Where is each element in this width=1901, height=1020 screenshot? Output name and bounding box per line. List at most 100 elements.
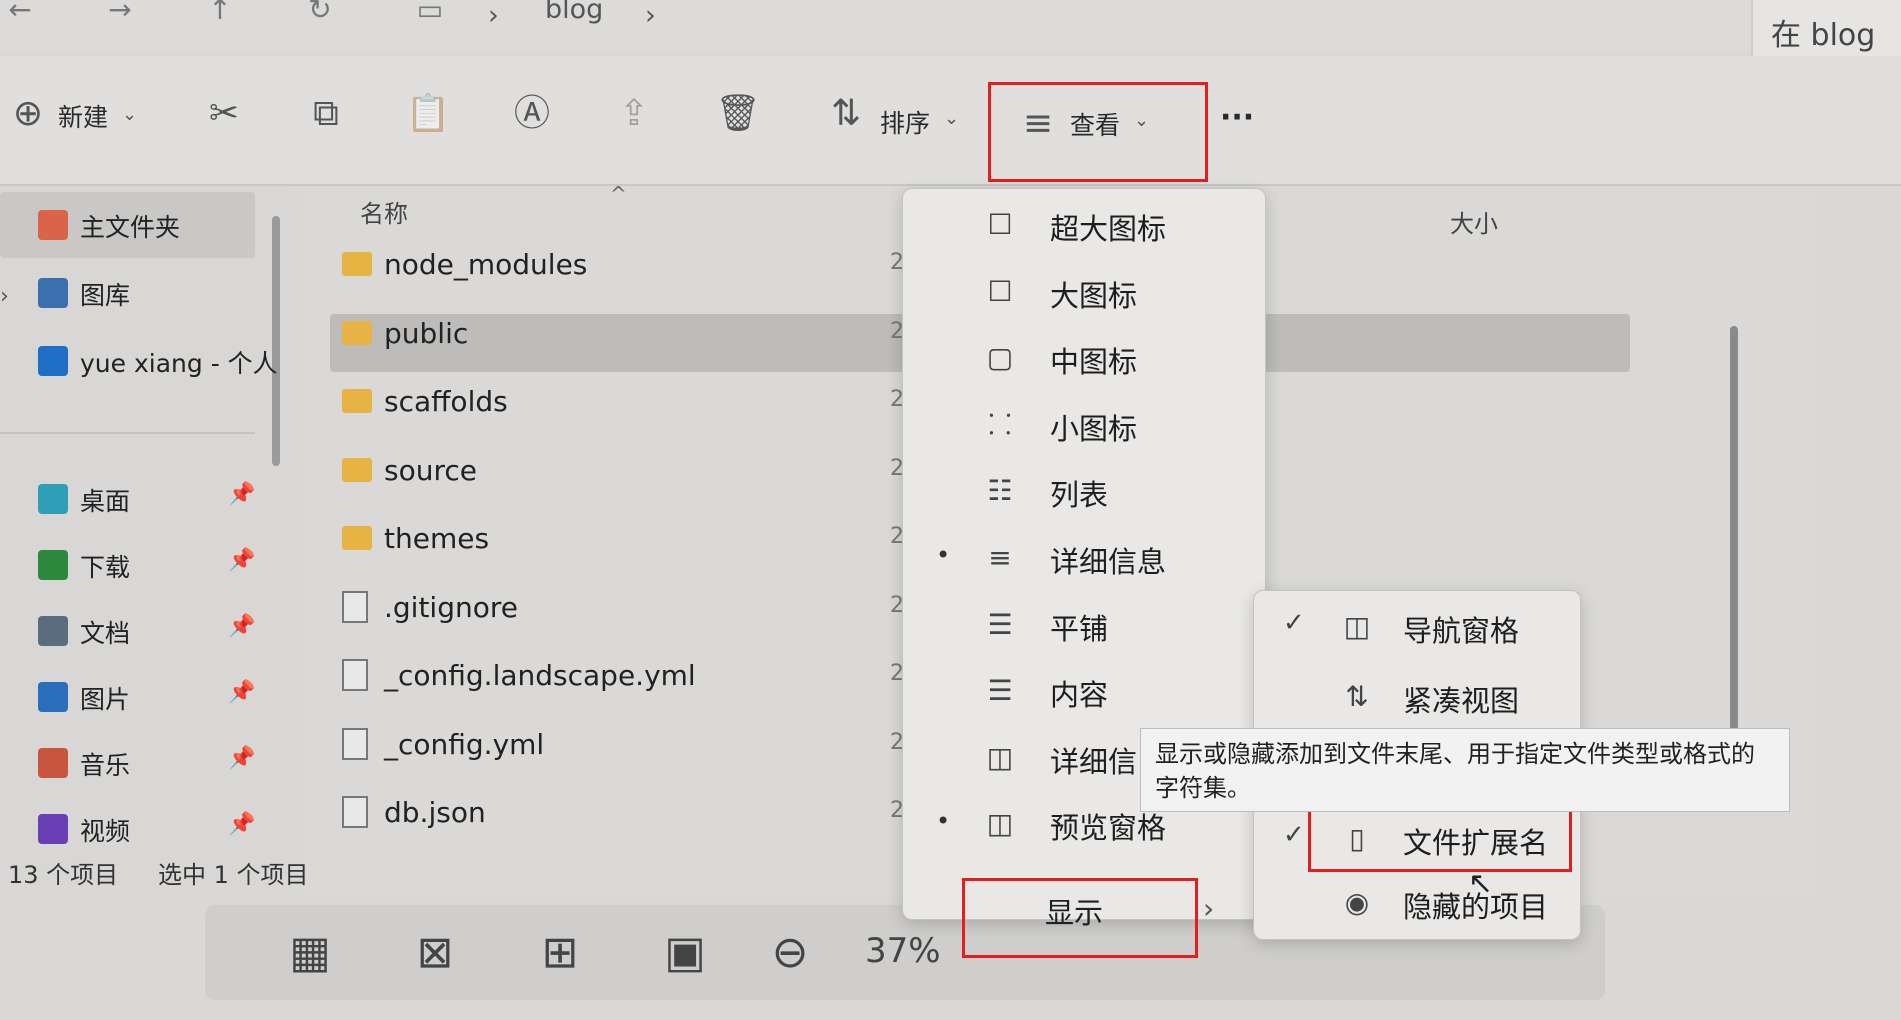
sidebar-item-label: 图片 bbox=[80, 685, 131, 714]
column-header-name[interactable]: 名称 bbox=[360, 194, 408, 229]
sidebar-item[interactable]: 图库 bbox=[0, 264, 270, 322]
selected-count: 选中 1 个项目 bbox=[158, 861, 309, 889]
pin-icon[interactable]: 📌 bbox=[228, 614, 255, 639]
view-menu-label: 详细信息 bbox=[1050, 545, 1167, 579]
new-button[interactable]: 新建 bbox=[58, 98, 108, 134]
view-menu-label: 中图标 bbox=[1050, 345, 1138, 380]
file-row[interactable]: db.json 2 bbox=[330, 786, 930, 842]
fit-screen-icon[interactable]: ▣ bbox=[655, 925, 715, 981]
view-button[interactable]: 查看 bbox=[1070, 106, 1120, 142]
view-menu-label: 大图标 bbox=[1050, 278, 1138, 313]
sidebar-item[interactable]: 音乐 📌 bbox=[0, 734, 270, 792]
column-header-size[interactable]: 大小 bbox=[1450, 204, 1498, 239]
view-menu-item[interactable]: ⸬ 小图标 bbox=[902, 392, 1262, 458]
sidebar-item[interactable]: 图片 📌 bbox=[0, 668, 270, 726]
sidebar-item-label: 文档 bbox=[80, 619, 131, 648]
sidebar-item[interactable]: 桌面 📌 bbox=[0, 470, 270, 528]
sidebar-item-label: 图库 bbox=[80, 281, 131, 310]
file-row[interactable]: themes 2 bbox=[330, 512, 930, 568]
pin-icon[interactable]: 📌 bbox=[228, 680, 255, 705]
sidebar-item[interactable]: yue xiang - 个人 bbox=[0, 332, 278, 390]
view-mode-icon: ☐ bbox=[987, 208, 1013, 241]
file-icon bbox=[342, 796, 368, 828]
view-menu-item[interactable]: ▢ 中图标 bbox=[902, 325, 1262, 391]
status-bar: 13 个项目 选中 1 个项目 bbox=[0, 855, 1000, 895]
pin-icon[interactable]: 📌 bbox=[228, 482, 255, 507]
pin-icon[interactable]: 📌 bbox=[228, 548, 255, 573]
show-menu-label: 紧凑视图 bbox=[1403, 684, 1520, 718]
sort-button[interactable]: 排序 bbox=[880, 104, 930, 140]
file-name: .gitignore bbox=[384, 590, 518, 624]
breadcrumb-blog[interactable]: blog bbox=[545, 0, 603, 25]
share-icon[interactable]: ⇪ bbox=[608, 96, 660, 132]
item-count: 13 个项目 bbox=[8, 861, 119, 889]
forward-icon[interactable]: → bbox=[100, 0, 140, 28]
command-bar: ⊕ 新建 ⌄ ✂ ⧉ 📋 Ⓐ ⇪ 🗑 ⇅ 排序 ⌄ ≡ 查看 ⌄ ··· bbox=[0, 56, 1901, 186]
show-menu-item[interactable]: ⇅ 紧凑视图 bbox=[1253, 664, 1573, 730]
file-row[interactable]: source 2 bbox=[330, 444, 930, 500]
view-menu-label: 内容 bbox=[1050, 678, 1109, 713]
view-menu-item[interactable]: • ≡ 详细信息 bbox=[902, 525, 1262, 591]
computer-icon[interactable]: ▭ bbox=[410, 0, 450, 28]
show-option-icon: ◫ bbox=[1343, 610, 1371, 643]
grid-icon[interactable]: ▦ bbox=[280, 925, 340, 981]
pictures-icon bbox=[38, 682, 68, 712]
sidebar-item[interactable]: 主文件夹 bbox=[0, 196, 270, 254]
file-row[interactable]: _config.landscape.yml 2 bbox=[330, 649, 930, 705]
cloud-icon bbox=[38, 346, 68, 376]
up-icon[interactable]: ↑ bbox=[200, 0, 240, 28]
show-menu-item[interactable]: ✓ ◫ 导航窗格 bbox=[1253, 594, 1573, 660]
zoom-level: 37% bbox=[865, 931, 941, 971]
folder-icon bbox=[342, 389, 372, 413]
file-row[interactable]: node_modules 2 bbox=[330, 238, 930, 294]
sidebar-item[interactable]: 视频 📌 bbox=[0, 800, 270, 858]
folder-icon bbox=[342, 252, 372, 276]
rename-icon[interactable]: Ⓐ bbox=[506, 96, 558, 132]
paste-icon[interactable]: 📋 bbox=[402, 96, 454, 132]
sidebar-item-label: 桌面 bbox=[80, 487, 131, 516]
divider bbox=[0, 432, 255, 434]
delete-icon[interactable]: 🗑 bbox=[712, 96, 764, 132]
view-menu-label: 小图标 bbox=[1050, 411, 1138, 446]
more-button[interactable]: ··· bbox=[1220, 100, 1254, 135]
view-menu-item[interactable]: ☐ 大图标 bbox=[902, 259, 1262, 325]
show-menu-item[interactable]: 显示 bbox=[1045, 890, 1103, 932]
file-row[interactable]: _config.yml 2 bbox=[330, 718, 930, 774]
sidebar-item[interactable]: 下载 📌 bbox=[0, 536, 270, 594]
cut-icon[interactable]: ✂ bbox=[198, 96, 250, 132]
pin-icon[interactable]: 📌 bbox=[228, 812, 255, 837]
breadcrumb-chevron[interactable]: › bbox=[645, 0, 656, 31]
pin-icon[interactable]: 📌 bbox=[228, 746, 255, 771]
refresh-icon[interactable]: ↻ bbox=[300, 0, 340, 28]
file-name: public bbox=[384, 316, 469, 350]
sidebar-item[interactable]: 文档 📌 bbox=[0, 602, 270, 660]
back-icon[interactable]: ← bbox=[0, 0, 40, 28]
sidebar-scrollbar[interactable] bbox=[272, 216, 280, 466]
selected-dot-icon: • bbox=[936, 541, 951, 569]
search-box[interactable]: 在 blog bbox=[1751, 0, 1901, 56]
show-option-icon: ◉ bbox=[1344, 886, 1370, 919]
view-menu-item[interactable]: ☰ 内容 bbox=[902, 658, 1262, 724]
file-row[interactable]: .gitignore 2 bbox=[330, 581, 930, 637]
file-name: _config.landscape.yml bbox=[384, 659, 696, 692]
file-row[interactable]: scaffolds 2 bbox=[330, 375, 930, 431]
file-list-scrollbar[interactable] bbox=[1730, 326, 1738, 776]
file-icon bbox=[342, 590, 368, 623]
file-icon bbox=[342, 727, 368, 760]
view-menu-item[interactable]: ☷ 列表 bbox=[902, 458, 1262, 524]
show-menu-item[interactable]: ◉ 隐藏的项目 bbox=[1253, 870, 1573, 936]
mouse-cursor-icon: ↖ bbox=[1468, 866, 1494, 901]
sort-icon: ⇅ bbox=[830, 93, 862, 134]
view-mode-icon: ⸬ bbox=[988, 407, 1012, 441]
zoom-out-icon[interactable]: ⊖ bbox=[760, 925, 820, 981]
file-row[interactable]: public 2 bbox=[330, 307, 930, 363]
chevron-down-icon: ⌄ bbox=[1134, 110, 1150, 131]
view-mode-icon: ☐ bbox=[987, 274, 1013, 308]
text-select-icon[interactable]: ⊠ bbox=[405, 925, 465, 981]
ocr-icon[interactable]: ⊞ bbox=[530, 925, 590, 981]
view-menu-item[interactable]: ☰ 平铺 bbox=[902, 592, 1262, 658]
view-menu-item[interactable]: ☐ 超大图标 bbox=[902, 192, 1262, 258]
copy-icon[interactable]: ⧉ bbox=[300, 96, 352, 132]
tooltip: 显示或隐藏添加到文件末尾、用于指定文件类型或格式的字符集。 bbox=[1140, 728, 1790, 812]
view-menu-item[interactable]: ◫ 详细信 bbox=[902, 725, 1142, 791]
